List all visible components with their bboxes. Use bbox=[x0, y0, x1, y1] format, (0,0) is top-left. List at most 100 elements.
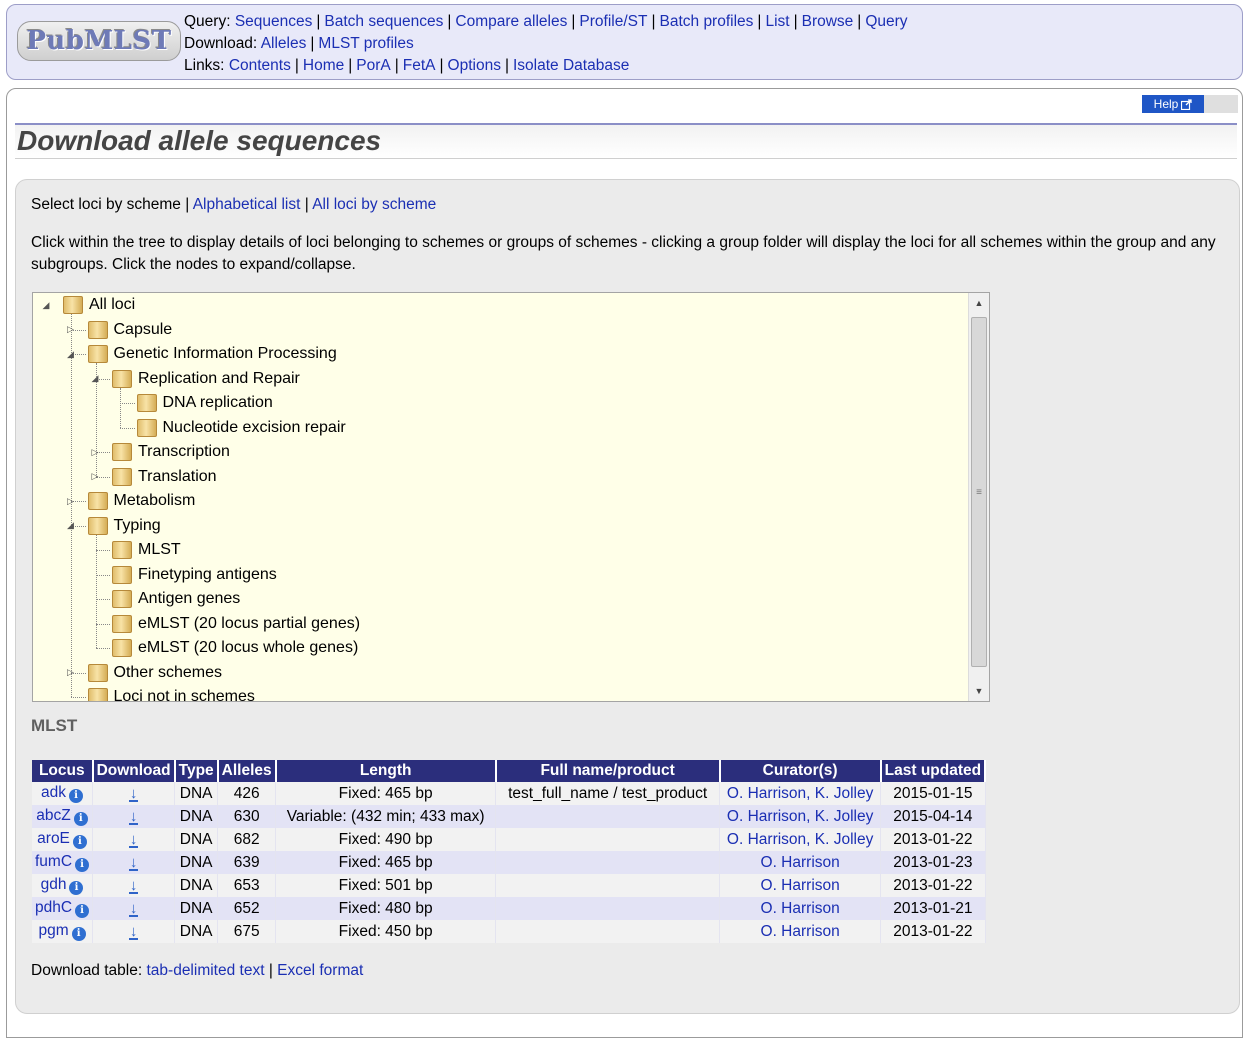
scroll-up-arrow-icon[interactable]: ▲ bbox=[969, 293, 989, 313]
nav-pora-link[interactable]: PorA bbox=[356, 57, 390, 74]
info-icon[interactable]: i bbox=[72, 835, 87, 849]
tree-node-all-loci[interactable]: ◢ All loci bbox=[43, 294, 135, 316]
curators-cell: O. Harrison bbox=[719, 920, 882, 943]
nav-home-link[interactable]: Home bbox=[303, 57, 344, 74]
column-header-alleles: Alleles bbox=[217, 760, 277, 782]
info-icon[interactable]: i bbox=[69, 789, 84, 803]
curators-link[interactable]: O. Harrison, K. Jolley bbox=[727, 808, 873, 825]
nav-isolate-database-link[interactable]: Isolate Database bbox=[513, 57, 629, 74]
download-icon[interactable]: ↓ bbox=[128, 855, 139, 871]
pubmlst-logo[interactable]: PubMLST bbox=[17, 21, 181, 61]
help-button[interactable]: Help bbox=[1142, 95, 1238, 113]
locus-name[interactable]: fumC bbox=[35, 853, 72, 870]
all-loci-by-scheme-link[interactable]: All loci by scheme bbox=[312, 196, 436, 213]
collapse-arrow-icon[interactable]: ◢ bbox=[64, 519, 78, 533]
expand-arrow-icon[interactable]: ▷ bbox=[64, 666, 78, 680]
download-icon[interactable]: ↓ bbox=[128, 924, 139, 940]
expand-arrow-icon[interactable]: ▷ bbox=[88, 445, 102, 459]
folder-icon bbox=[112, 541, 132, 559]
download-mlst-profiles-link[interactable]: MLST profiles bbox=[318, 35, 413, 52]
query-profile-st-link[interactable]: Profile/ST bbox=[579, 13, 647, 30]
tree-node-replication-and-repair[interactable]: ◢ Replication and Repair bbox=[92, 368, 300, 390]
tree-node-loci-not-in-schemes[interactable]: Loci not in schemes bbox=[87, 686, 255, 702]
locus-name[interactable]: abcZ bbox=[36, 807, 70, 824]
nav-contents-link[interactable]: Contents bbox=[229, 57, 291, 74]
column-header-full-name: Full name/product bbox=[495, 760, 721, 782]
locus-name[interactable]: pgm bbox=[38, 922, 68, 939]
locus-name[interactable]: pdhC bbox=[35, 899, 72, 916]
locus-cell: gdh i bbox=[32, 874, 94, 897]
tree-node-transcription[interactable]: ▷ Transcription bbox=[92, 441, 230, 463]
expand-arrow-icon[interactable]: ▷ bbox=[64, 494, 78, 508]
collapse-arrow-icon[interactable]: ◢ bbox=[39, 298, 53, 312]
locus-name[interactable]: aroE bbox=[37, 830, 70, 847]
tree-node-emlst-20-locus-partial-genes[interactable]: eMLST (20 locus partial genes) bbox=[112, 613, 360, 635]
tree-node-finetyping-antigens[interactable]: Finetyping antigens bbox=[112, 564, 277, 586]
tree-connector bbox=[120, 387, 121, 428]
tree-node-translation[interactable]: ▷ Translation bbox=[92, 466, 217, 488]
query-batch-sequences-link[interactable]: Batch sequences bbox=[324, 13, 443, 30]
tree-node-label: Antigen genes bbox=[138, 590, 241, 607]
download-icon[interactable]: ↓ bbox=[128, 832, 139, 848]
scheme-tree[interactable]: ◢ All loci ▷ Capsule ◢ Genetic Information Pr… bbox=[32, 292, 990, 702]
expand-arrow-icon[interactable]: ▷ bbox=[64, 323, 78, 337]
collapse-arrow-icon[interactable]: ◢ bbox=[88, 372, 102, 386]
table-row: fumC i ↓ DNA 639 Fixed: 465 bp O. Harrison 2013… bbox=[32, 851, 986, 874]
download-table-label: Download table: bbox=[31, 962, 143, 979]
curators-link[interactable]: O. Harrison bbox=[761, 877, 840, 894]
download-icon[interactable]: ↓ bbox=[128, 786, 139, 802]
tree-node-mlst[interactable]: MLST bbox=[112, 539, 181, 561]
locus-cell: pdhC i bbox=[32, 897, 94, 920]
download-icon[interactable]: ↓ bbox=[128, 809, 139, 825]
curators-link[interactable]: O. Harrison bbox=[761, 923, 840, 940]
nav-options-link[interactable]: Options bbox=[448, 57, 501, 74]
download-icon[interactable]: ↓ bbox=[128, 878, 139, 894]
collapse-arrow-icon[interactable]: ◢ bbox=[64, 347, 78, 361]
info-icon[interactable]: i bbox=[71, 927, 86, 941]
tree-node-emlst-20-locus-whole-genes[interactable]: eMLST (20 locus whole genes) bbox=[112, 637, 358, 659]
info-icon[interactable]: i bbox=[75, 858, 90, 872]
curators-cell: O. Harrison bbox=[719, 874, 882, 897]
tree-node-dna-replication[interactable]: DNA replication bbox=[136, 392, 273, 414]
locus-name[interactable]: gdh bbox=[41, 876, 67, 893]
folder-icon bbox=[87, 663, 108, 682]
tree-node-other-schemes[interactable]: ▷ Other schemes bbox=[67, 662, 222, 684]
links-label: Links: bbox=[184, 57, 225, 74]
info-icon[interactable]: i bbox=[69, 881, 84, 895]
query-batch-profiles-link[interactable]: Batch profiles bbox=[660, 13, 754, 30]
nav-feta-link[interactable]: FetA bbox=[403, 57, 436, 74]
length-cell: Fixed: 465 bp bbox=[275, 782, 497, 805]
tree-node-metabolism[interactable]: ▷ Metabolism bbox=[67, 490, 195, 512]
curators-link[interactable]: O. Harrison, K. Jolley bbox=[727, 831, 873, 848]
query-list-link[interactable]: List bbox=[765, 13, 789, 30]
scroll-down-arrow-icon[interactable]: ▼ bbox=[969, 681, 989, 701]
query-compare-alleles-link[interactable]: Compare alleles bbox=[455, 13, 567, 30]
info-icon[interactable]: i bbox=[73, 812, 88, 826]
tree-node-capsule[interactable]: ▷ Capsule bbox=[67, 319, 173, 341]
tab-delimited-link[interactable]: tab-delimited text bbox=[146, 962, 264, 979]
curators-link[interactable]: O. Harrison bbox=[761, 900, 840, 917]
tree-node-genetic-information-processing[interactable]: ◢ Genetic Information Processing bbox=[67, 343, 337, 365]
query-sequences-link[interactable]: Sequences bbox=[235, 13, 313, 30]
alphabetical-list-link[interactable]: Alphabetical list bbox=[193, 196, 301, 213]
type-cell: DNA bbox=[174, 851, 219, 874]
query-query-link[interactable]: Query bbox=[865, 13, 907, 30]
folder-icon bbox=[136, 418, 157, 437]
locus-name[interactable]: adk bbox=[41, 784, 66, 801]
tree-scrollbar[interactable]: ▲ ≡ ▼ bbox=[968, 293, 989, 701]
download-alleles-link[interactable]: Alleles bbox=[261, 35, 307, 52]
info-icon[interactable]: i bbox=[75, 904, 90, 918]
excel-format-link[interactable]: Excel format bbox=[277, 962, 363, 979]
expand-arrow-icon[interactable]: ▷ bbox=[88, 470, 102, 484]
curators-link[interactable]: O. Harrison bbox=[761, 854, 840, 871]
tree-node-nucleotide-excision-repair[interactable]: Nucleotide excision repair bbox=[136, 417, 346, 439]
tree-node-label: Capsule bbox=[113, 320, 173, 338]
tree-node-label: Loci not in schemes bbox=[113, 688, 255, 702]
download-icon[interactable]: ↓ bbox=[128, 901, 139, 917]
tree-node-antigen-genes[interactable]: Antigen genes bbox=[112, 588, 240, 610]
scrollbar-thumb[interactable]: ≡ bbox=[971, 317, 987, 667]
query-browse-link[interactable]: Browse bbox=[802, 13, 854, 30]
folder-icon bbox=[87, 516, 108, 535]
curators-link[interactable]: O. Harrison, K. Jolley bbox=[727, 785, 873, 802]
tree-node-typing[interactable]: ◢ Typing bbox=[67, 515, 161, 537]
